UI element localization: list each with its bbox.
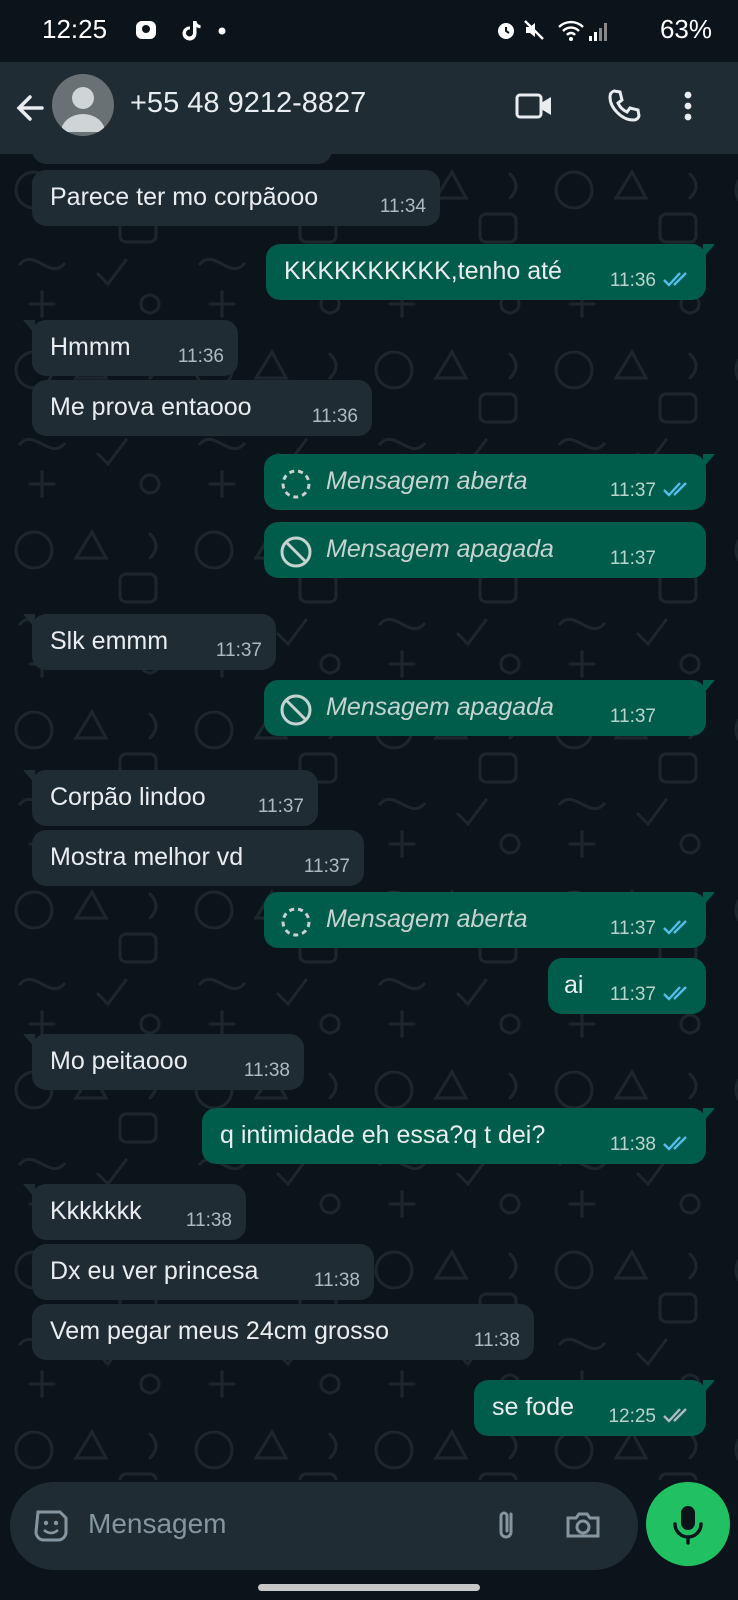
- message-bubble-partial: [32, 154, 332, 164]
- message-text: Mensagem apagada: [326, 535, 554, 563]
- more-options-icon[interactable]: [676, 84, 700, 128]
- status-bar: 12:25 63%: [0, 0, 738, 62]
- back-arrow-icon[interactable]: [12, 86, 52, 130]
- message-bubble-outgoing[interactable]: KKKKKKKKKK,tenho até 11:36: [266, 244, 715, 300]
- message-time: 11:36: [311, 406, 358, 427]
- message-bubble-incoming[interactable]: Corpão lindoo 11:37: [23, 770, 318, 826]
- message-time: 11:38: [313, 1270, 360, 1291]
- gesture-nav-bar[interactable]: [258, 1584, 480, 1591]
- message-time: 11:37: [609, 984, 656, 1005]
- default-avatar-icon: [61, 87, 105, 132]
- message-bubble-incoming[interactable]: Me prova entaooo 11:36: [32, 380, 372, 436]
- avatar[interactable]: [52, 74, 114, 136]
- message-text: Slk emmm: [50, 627, 169, 655]
- mute-icon: [524, 20, 544, 40]
- message-time: 11:37: [257, 796, 304, 817]
- contact-name[interactable]: +55 48 9212-8827: [130, 87, 366, 120]
- message-text: Mensagem aberta: [326, 467, 528, 495]
- message-bubble-deleted[interactable]: Mensagem apagada 11:37: [264, 522, 706, 578]
- read-receipt-icon: [663, 1136, 687, 1151]
- message-time: 11:37: [609, 918, 656, 939]
- message-bubble-incoming[interactable]: Dx eu ver princesa 11:38: [32, 1244, 374, 1300]
- phone-call-icon[interactable]: [602, 84, 646, 128]
- message-bubble-incoming[interactable]: Hmmm 11:36: [23, 320, 238, 376]
- message-time: 11:37: [609, 706, 656, 727]
- message-composer[interactable]: Mensagem: [10, 1482, 638, 1570]
- message-bubble-outgoing[interactable]: ai 11:37: [548, 958, 706, 1014]
- message-text: Vem pegar meus 24cm grosso: [50, 1317, 390, 1345]
- message-bubble-incoming[interactable]: Parece ter mo corpãooo 11:34: [32, 170, 440, 226]
- view-once-opened-icon: [281, 469, 311, 499]
- message-time: 11:38: [243, 1060, 290, 1081]
- alarm-icon: [498, 23, 514, 39]
- message-time: 12:25: [608, 1406, 656, 1427]
- sticker-emoji-icon[interactable]: [30, 1504, 72, 1546]
- wifi-icon: [558, 20, 584, 41]
- message-text: Mensagem aberta: [326, 905, 528, 933]
- message-text: Me prova entaooo: [50, 393, 252, 421]
- message-time: 11:37: [215, 640, 262, 661]
- battery-level: 63%: [659, 14, 712, 44]
- signal-icon: [589, 23, 607, 41]
- read-receipt-icon: [663, 920, 687, 935]
- message-bubble-outgoing[interactable]: q intimidade eh essa?q t dei? 11:38: [202, 1108, 715, 1164]
- message-time: 11:36: [177, 346, 224, 367]
- chat-header: +55 48 9212-8827: [0, 62, 738, 154]
- message-bubble-view-once-opened[interactable]: Mensagem aberta 11:37: [264, 892, 715, 948]
- deleted-message-icon: [280, 536, 312, 568]
- message-time: 11:37: [609, 480, 656, 501]
- message-text: Kkkkkkk: [50, 1197, 142, 1225]
- message-text: Mostra melhor vd: [50, 843, 244, 871]
- message-bubble-incoming[interactable]: Vem pegar meus 24cm grosso 11:38: [32, 1304, 534, 1360]
- message-text: Mo peitaooo: [50, 1047, 188, 1075]
- message-text: Hmmm: [50, 333, 131, 361]
- message-text: Dx eu ver princesa: [50, 1257, 259, 1285]
- message-time: 11:38: [185, 1210, 232, 1231]
- message-bubble-outgoing[interactable]: se fode 12:25: [474, 1380, 715, 1436]
- video-call-icon[interactable]: [512, 84, 556, 128]
- message-bubble-incoming[interactable]: Mostra melhor vd 11:37: [32, 830, 364, 886]
- voice-message-button[interactable]: [646, 1482, 730, 1566]
- tiktok-icon: [182, 21, 201, 41]
- read-receipt-icon: [663, 482, 687, 497]
- message-bubble-incoming[interactable]: Mo peitaooo 11:38: [23, 1034, 304, 1090]
- camera-icon[interactable]: [562, 1504, 604, 1546]
- attach-icon[interactable]: [486, 1504, 528, 1546]
- message-list[interactable]: Parece ter mo corpãooo 11:34 KKKKKKKKKK,…: [0, 154, 738, 1480]
- message-bubble-incoming[interactable]: Kkkkkkk 11:38: [23, 1184, 246, 1240]
- message-time: 11:38: [609, 1134, 656, 1155]
- message-input[interactable]: Mensagem: [88, 1508, 227, 1540]
- read-receipt-icon: [663, 272, 687, 287]
- message-time: 11:37: [609, 548, 656, 569]
- read-receipt-icon: [663, 986, 687, 1001]
- microphone-icon: [673, 1506, 703, 1545]
- delivered-receipt-icon: [663, 1408, 687, 1423]
- message-bubble-deleted[interactable]: Mensagem apagada 11:37: [264, 680, 715, 736]
- message-time: 11:38: [473, 1330, 520, 1351]
- app-notification-icon: [136, 21, 156, 39]
- message-text: ai: [564, 971, 584, 999]
- message-text: q intimidade eh essa?q t dei?: [220, 1121, 546, 1149]
- message-text: se fode: [492, 1393, 575, 1421]
- status-time: 12:25: [42, 14, 108, 44]
- view-once-opened-icon: [281, 907, 311, 937]
- dot-icon: [218, 27, 226, 35]
- message-time: 11:36: [609, 270, 656, 291]
- message-text: Mensagem apagada: [326, 693, 554, 721]
- message-bubble-incoming[interactable]: Slk emmm 11:37: [23, 614, 276, 670]
- message-text: KKKKKKKKKK,tenho até: [284, 257, 562, 285]
- deleted-message-icon: [280, 694, 312, 726]
- message-text: Parece ter mo corpãooo: [50, 183, 319, 211]
- message-time: 11:34: [379, 196, 426, 217]
- message-text: Corpão lindoo: [50, 783, 206, 811]
- message-time: 11:37: [303, 856, 350, 877]
- message-bubble-view-once-opened[interactable]: Mensagem aberta 11:37: [264, 454, 715, 510]
